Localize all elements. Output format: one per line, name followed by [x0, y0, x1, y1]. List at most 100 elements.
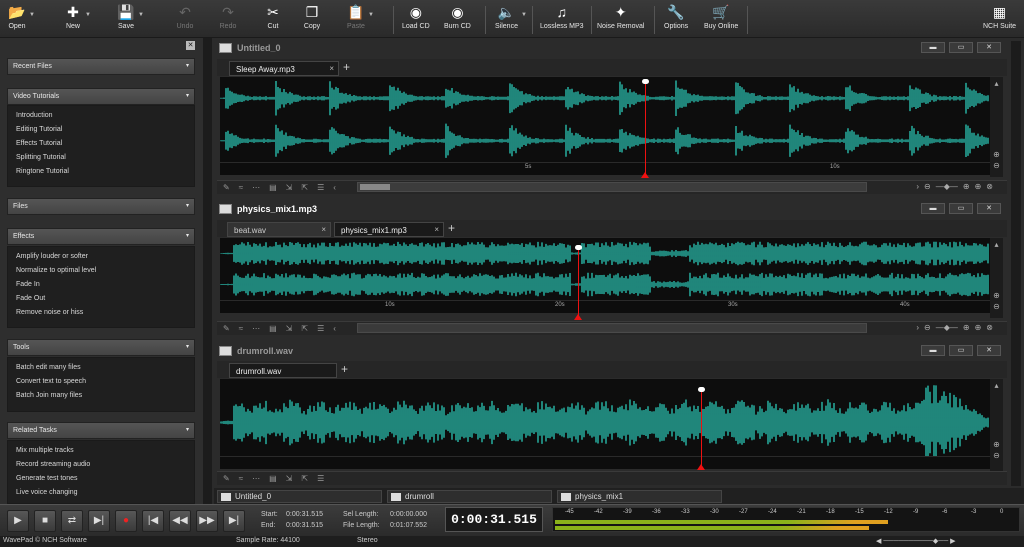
close-button[interactable]: ✕ — [977, 203, 1001, 214]
file-tab-drumroll[interactable]: drumroll — [387, 490, 552, 503]
new-button[interactable]: ✚ New ▼ — [64, 3, 91, 37]
list-item[interactable]: Fade In — [8, 281, 194, 295]
maximize-button[interactable]: ▭ — [949, 345, 973, 356]
chevron-down-icon[interactable]: ▼ — [29, 12, 35, 18]
tools-header[interactable]: Tools ▾ — [7, 339, 195, 356]
tool-icon[interactable]: ⇲ — [286, 324, 293, 333]
tool-icon[interactable]: ⇲ — [286, 183, 293, 192]
list-item[interactable]: Generate test tones — [8, 475, 194, 489]
close-icon[interactable]: × — [321, 225, 326, 234]
save-button[interactable]: 💾 Save ▼ — [117, 3, 144, 37]
tool-icon[interactable]: ≈ — [239, 183, 243, 192]
vertical-zoom-bar[interactable]: ▴ ⊕ ⊖ — [990, 77, 1003, 177]
recent-files-header[interactable]: Recent Files ▾ — [7, 58, 195, 75]
waveform-view[interactable] — [220, 77, 990, 162]
stop-button[interactable]: ■ — [34, 510, 56, 532]
tool-icon[interactable]: ⋯ — [252, 324, 260, 333]
maximize-button[interactable]: ▭ — [949, 42, 973, 53]
chevron-down-icon[interactable]: ▼ — [85, 12, 91, 18]
list-item[interactable]: Effects Tutorial — [8, 140, 194, 154]
sidebar-scrollbar[interactable] — [203, 38, 212, 504]
silence-button[interactable]: 🔈 Silence ▼ — [495, 3, 527, 37]
tool-icon[interactable]: ⇲ — [286, 474, 293, 483]
waveform-view[interactable] — [220, 238, 990, 300]
tool-icon[interactable]: ≈ — [239, 474, 243, 483]
tool-icon[interactable]: ☰ — [317, 183, 324, 192]
pencil-icon[interactable]: ✎ — [223, 324, 230, 333]
go-end-button[interactable]: ▶| — [223, 510, 245, 532]
horizontal-scrollbar[interactable] — [357, 182, 867, 192]
tool-icon[interactable]: ▤ — [269, 324, 277, 333]
tab-sleep-away[interactable]: Sleep Away.mp3 × — [229, 61, 339, 76]
chevron-down-icon[interactable]: ▼ — [138, 12, 144, 18]
tool-icon[interactable]: ▤ — [269, 183, 277, 192]
scroll-right-icon[interactable]: › — [916, 323, 919, 332]
close-icon[interactable]: × — [329, 64, 334, 73]
list-item[interactable]: Record streaming audio — [8, 461, 194, 475]
zoom-out-icon[interactable]: ⊖ — [990, 451, 1003, 460]
video-tutorials-header[interactable]: Video Tutorials ▾ — [7, 88, 195, 105]
list-item[interactable]: Splitting Tutorial — [8, 154, 194, 168]
minimize-button[interactable]: ▬ — [921, 42, 945, 53]
tool-icon[interactable]: ☰ — [317, 474, 324, 483]
playback-cursor[interactable] — [578, 248, 579, 316]
playback-cursor[interactable] — [645, 81, 646, 177]
scroll-left-icon[interactable]: ‹ — [333, 183, 336, 192]
redo-button[interactable]: ↷ Redo — [219, 3, 237, 37]
list-item[interactable]: Ringtone Tutorial — [8, 168, 194, 182]
tool-icon[interactable]: ▤ — [269, 474, 277, 483]
minimize-button[interactable]: ▬ — [921, 203, 945, 214]
pencil-icon[interactable]: ✎ — [223, 474, 230, 483]
tool-icon[interactable]: ⋯ — [252, 474, 260, 483]
tool-icon[interactable]: ☰ — [317, 324, 324, 333]
buy-online-button[interactable]: 🛒 Buy Online — [704, 3, 738, 37]
zoom-full-icon[interactable]: ⊗ — [986, 182, 993, 191]
pencil-icon[interactable]: ✎ — [223, 183, 230, 192]
list-item[interactable]: Live voice changing — [8, 489, 194, 503]
list-item[interactable]: Normalize to optimal level — [8, 267, 194, 281]
list-item[interactable]: Editing Tutorial — [8, 126, 194, 140]
volume-slider[interactable]: ◀ ──────────◆── ▶ — [876, 537, 956, 545]
cursor-handle[interactable] — [575, 245, 582, 250]
list-item[interactable]: Remove noise or hiss — [8, 309, 194, 323]
vertical-zoom-bar[interactable]: ▴ ⊕ ⊖ — [990, 379, 1003, 471]
tab-beat[interactable]: beat.wav × — [227, 222, 331, 237]
zoom-out-icon[interactable]: ⊖ — [924, 323, 931, 332]
cut-button[interactable]: ✂ Cut — [264, 3, 282, 37]
tool-icon[interactable]: ⋯ — [252, 183, 260, 192]
vertical-zoom-bar[interactable]: ▴ ⊕ ⊖ — [990, 238, 1003, 318]
scroll-up-icon[interactable]: ▴ — [990, 240, 1003, 249]
maximize-button[interactable]: ▭ — [949, 203, 973, 214]
zoom-in-icon[interactable]: ⊕ — [990, 291, 1003, 300]
file-tab-untitled[interactable]: Untitled_0 — [217, 490, 382, 503]
go-start-button[interactable]: |◀ — [142, 510, 164, 532]
list-item[interactable]: Introduction — [8, 112, 194, 126]
zoom-out-icon[interactable]: ⊖ — [924, 182, 931, 191]
play-to-end-button[interactable]: ▶| — [88, 510, 110, 532]
copy-button[interactable]: ❐ Copy — [303, 3, 321, 37]
zoom-in-icon[interactable]: ⊕ — [963, 323, 970, 332]
close-button[interactable]: ✕ — [977, 345, 1001, 356]
add-tab-button[interactable]: + — [341, 362, 348, 376]
add-tab-button[interactable]: + — [448, 221, 455, 235]
open-button[interactable]: 📂 Open ▼ — [8, 3, 35, 37]
tool-icon[interactable]: ⇱ — [301, 183, 308, 192]
file-tab-physics-mix[interactable]: physics_mix1 — [557, 490, 722, 503]
list-item[interactable]: Batch edit many files — [8, 364, 194, 378]
close-icon[interactable]: × — [434, 225, 439, 234]
waveform-view[interactable] — [220, 379, 990, 466]
paste-button[interactable]: 📋 Paste ▼ — [347, 3, 374, 37]
zoom-full-icon[interactable]: ⊗ — [986, 323, 993, 332]
main-scrollbar[interactable] — [1011, 41, 1021, 486]
zoom-selection-icon[interactable]: ⊕ — [975, 323, 982, 332]
list-item[interactable]: Batch Join many files — [8, 392, 194, 406]
scroll-right-icon[interactable]: › — [916, 182, 919, 191]
chevron-down-icon[interactable]: ▼ — [521, 12, 527, 18]
list-item[interactable]: Convert text to speech — [8, 378, 194, 392]
lossless-mp3-button[interactable]: ♫ Lossless MP3 — [540, 3, 584, 37]
undo-button[interactable]: ↶ Undo — [176, 3, 194, 37]
zoom-selection-icon[interactable]: ⊕ — [975, 182, 982, 191]
record-button[interactable]: ● — [115, 510, 137, 532]
zoom-in-icon[interactable]: ⊕ — [990, 440, 1003, 449]
list-item[interactable]: Mix multiple tracks — [8, 447, 194, 461]
